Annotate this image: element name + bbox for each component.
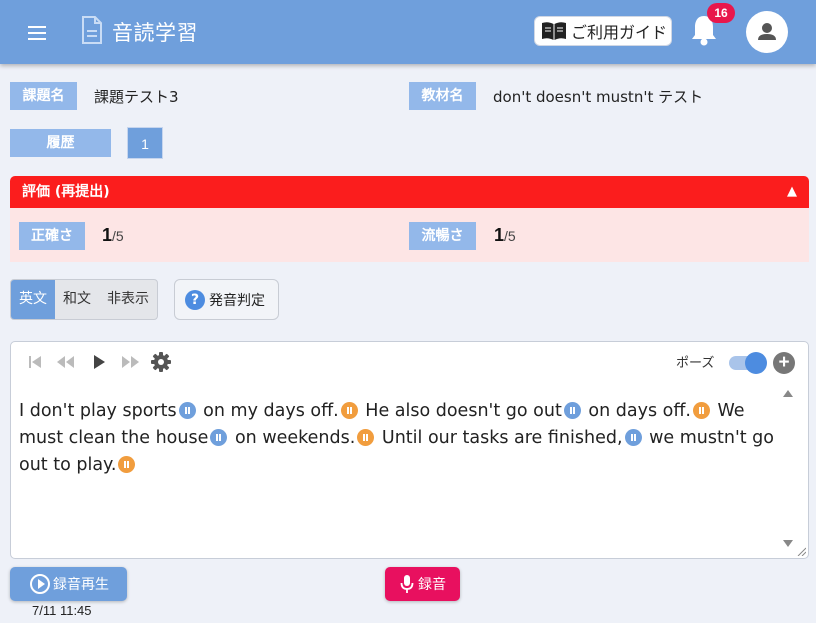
app-title: 音読学習 [112,21,198,45]
pause-marker-blue-icon[interactable] [624,429,642,446]
fast-forward-icon[interactable] [119,354,141,370]
task-name-label: 課題名 [10,82,77,110]
evaluation-header[interactable]: 評価 (再提出) ▲ [10,176,809,208]
play-recording-label: 録音再生 [53,577,109,593]
mode-japanese[interactable]: 和文 [55,280,99,319]
audio-player-panel: ポーズ + I don't play sports on my days off… [10,341,809,559]
skip-start-icon[interactable] [27,354,43,370]
fluency-label: 流暢さ [409,222,476,250]
evaluation-panel: 正確さ 1/5 流暢さ 1/5 [10,208,809,262]
sentence-segment: on days off. [588,401,691,421]
user-guide-button[interactable]: ご利用ガイド [534,16,672,46]
recording-timestamp: 7/11 11:45 [32,603,92,618]
pause-marker-orange-icon[interactable] [340,402,358,419]
book-icon [542,22,566,40]
evaluation-title: 評価 (再提出) [22,184,110,200]
document-icon [82,16,102,44]
fluency-score: 1/5 [494,225,516,245]
rewind-icon[interactable] [55,354,77,370]
mode-english[interactable]: 英文 [11,280,55,319]
history-label: 履歴 [10,129,111,157]
avatar[interactable] [746,11,788,53]
scroll-up-arrow-icon[interactable] [783,390,793,397]
add-circle-icon[interactable]: + [773,352,795,374]
display-mode-toggle: 英文 和文 非表示 [10,279,158,320]
menu-icon[interactable] [28,22,54,42]
notification-badge: 16 [707,3,735,23]
sentence-segment: He also doesn't go out [365,401,562,421]
material-name-value: don't doesn't mustn't テスト [493,88,704,106]
pause-marker-blue-icon[interactable] [563,402,581,419]
pronunciation-check-button[interactable]: ? 発音判定 [174,279,279,320]
pause-toggle[interactable] [727,352,767,374]
record-button[interactable]: 録音 [385,567,460,601]
record-label: 録音 [418,577,446,593]
pause-marker-orange-icon[interactable] [692,402,710,419]
material-name-label: 教材名 [409,82,476,110]
help-icon: ? [185,289,205,310]
accuracy-score: 1/5 [102,225,124,245]
play-recording-button[interactable]: 録音再生 [10,567,127,601]
resize-handle-icon[interactable] [796,546,806,556]
pause-marker-orange-icon[interactable] [357,429,375,446]
play-icon[interactable] [91,354,107,370]
pause-label: ポーズ [676,356,715,371]
person-icon [758,23,776,40]
pause-marker-orange-icon[interactable] [118,456,136,473]
sentence-segment: on weekends. [234,428,356,448]
history-select[interactable]: 1 [127,127,163,159]
sentence-segment: on my days off. [203,401,339,421]
pause-marker-blue-icon[interactable] [210,429,228,446]
pause-marker-blue-icon[interactable] [178,402,196,419]
top-app-bar: 音読学習 ご利用ガイド 16 [0,0,816,64]
play-circle-icon [30,574,50,594]
sentence-text: I don't play sports on my days off. He a… [19,398,779,479]
mode-hidden[interactable]: 非表示 [99,280,157,319]
sentence-segment: I don't play sports [19,401,177,421]
task-name-value: 課題テスト3 [94,88,179,106]
collapse-arrow-icon[interactable]: ▲ [787,176,797,208]
user-guide-label: ご利用ガイド [571,23,668,42]
pronunciation-check-label: 発音判定 [209,292,265,309]
sentence-segment: Until our tasks are finished, [381,428,623,448]
accuracy-label: 正確さ [19,222,85,250]
microphone-icon [400,575,414,593]
settings-gear-icon[interactable] [151,352,171,372]
scroll-down-arrow-icon[interactable] [783,540,793,547]
